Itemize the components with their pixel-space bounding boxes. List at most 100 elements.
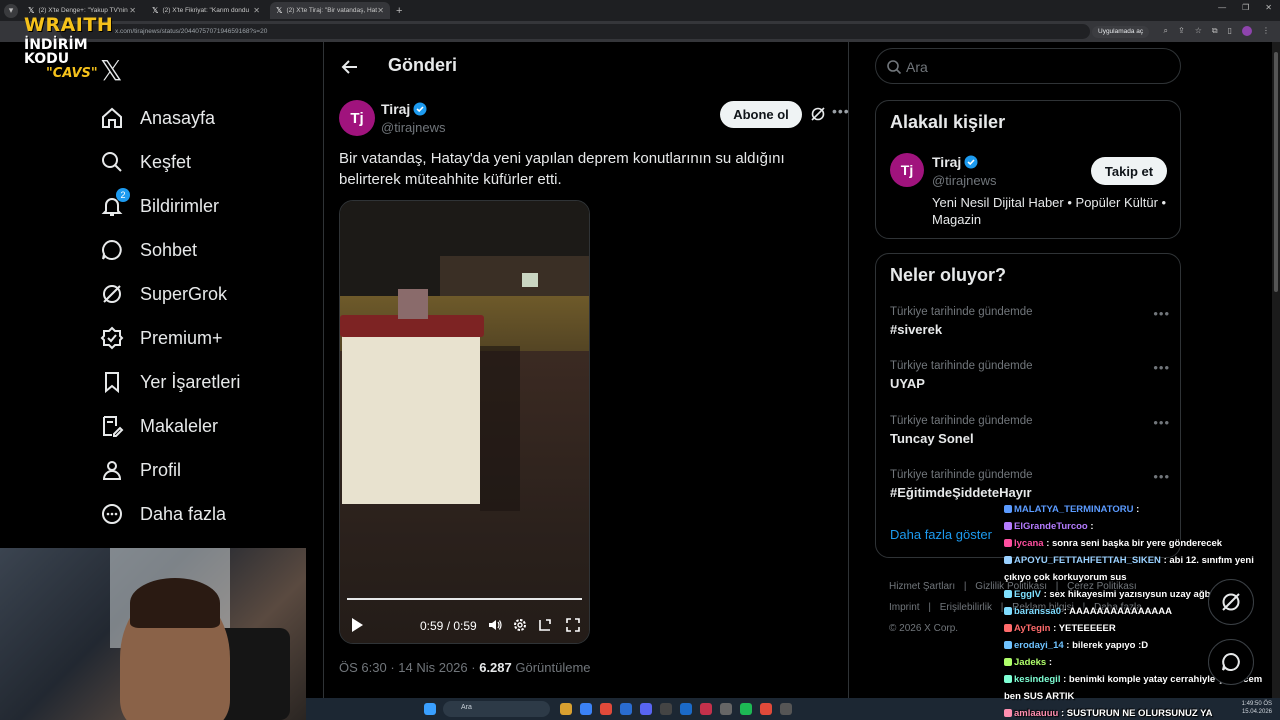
- play-icon[interactable]: [350, 617, 364, 633]
- spotify-icon[interactable]: [740, 703, 752, 715]
- articles-icon: [100, 414, 124, 438]
- sidebar-item-notifications[interactable]: 2 Bildirimler: [100, 184, 320, 228]
- chrome-icon[interactable]: [760, 703, 772, 715]
- app-icon[interactable]: [720, 703, 732, 715]
- subscribe-button[interactable]: Abone ol: [720, 101, 802, 128]
- back-arrow-icon[interactable]: [340, 57, 360, 77]
- new-tab-icon[interactable]: +: [396, 5, 402, 17]
- footer-link-accessibility[interactable]: Erişilebilirlik: [940, 602, 992, 613]
- close-tab-icon[interactable]: ✕: [377, 6, 384, 15]
- trend-item[interactable]: Türkiye tarihinde gündemde #siverek •••: [890, 306, 1170, 350]
- sidebar-item-profile[interactable]: Profil: [100, 448, 320, 492]
- post-time[interactable]: ÖS 6:30: [339, 660, 387, 675]
- minimize-icon[interactable]: —: [1218, 3, 1226, 12]
- related-bio: Yeni Nesil Dijital Haber • Popüler Kültü…: [932, 195, 1167, 227]
- trend-more-icon[interactable]: •••: [1153, 306, 1170, 321]
- chat-username[interactable]: APOYU_FETTAHFETTAH_SIKEN: [1014, 555, 1161, 566]
- sidebar-item-supergrok[interactable]: SuperGrok: [100, 272, 320, 316]
- sidebar-nav: Anasayfa Keşfet 2 Bildirimler Sohbet Sup…: [100, 96, 320, 536]
- app-icon[interactable]: [780, 703, 792, 715]
- app-icon[interactable]: [700, 703, 712, 715]
- chat-badge-icon: [1004, 556, 1012, 565]
- browser-tab-3[interactable]: 𝕏 (2) X'te Tiraj: "Bir vatandaş, Hat ✕: [270, 2, 390, 19]
- chat-username[interactable]: EggIV: [1014, 589, 1041, 600]
- search-bar[interactable]: [875, 48, 1181, 84]
- url-field[interactable]: x.com/tirajnews/status/20440757071946591…: [60, 24, 1090, 39]
- chat-username[interactable]: lycana: [1014, 538, 1044, 549]
- post-date[interactable]: 14 Nis 2026: [398, 660, 467, 675]
- sidebar-item-chat[interactable]: Sohbet: [100, 228, 320, 272]
- messages-float-button[interactable]: [1208, 639, 1254, 685]
- trend-more-icon[interactable]: •••: [1153, 415, 1170, 430]
- sidebar-item-label: Profil: [140, 459, 182, 480]
- chat-username[interactable]: amlaauuu: [1014, 708, 1058, 719]
- author-handle[interactable]: @tirajnews: [381, 120, 446, 135]
- more-options-icon[interactable]: •••: [832, 103, 850, 119]
- promo-code: "CAVS": [46, 66, 98, 81]
- related-name-row[interactable]: Tiraj: [932, 154, 978, 170]
- file-explorer-icon[interactable]: [560, 703, 572, 715]
- search-input[interactable]: [906, 58, 1166, 76]
- footer-link-terms[interactable]: Hizmet Şartları: [889, 581, 955, 592]
- trend-more-icon[interactable]: •••: [1153, 360, 1170, 375]
- share-icon[interactable]: ⇪: [1178, 26, 1185, 36]
- windows-start-icon[interactable]: [424, 703, 436, 715]
- settings-gear-icon[interactable]: [512, 617, 528, 633]
- trend-name: #EğitimdeŞiddeteHayır: [890, 485, 1032, 500]
- related-handle[interactable]: @tirajnews: [932, 173, 997, 188]
- video-progress-bar[interactable]: [347, 598, 582, 600]
- trend-item[interactable]: Türkiye tarihinde gündemde Tuncay Sonel …: [890, 415, 1170, 459]
- grok-float-button[interactable]: [1208, 579, 1254, 625]
- footer-link-imprint[interactable]: Imprint: [889, 602, 920, 613]
- tab-search-icon[interactable]: ▾: [4, 3, 18, 18]
- maximize-icon[interactable]: ❐: [1242, 3, 1249, 12]
- author-avatar[interactable]: Tj: [339, 100, 375, 136]
- close-tab-icon[interactable]: ✕: [253, 6, 260, 15]
- chrome-icon[interactable]: [600, 703, 612, 715]
- edge-icon[interactable]: [620, 703, 632, 715]
- discord-icon[interactable]: [640, 703, 652, 715]
- extensions-icon[interactable]: ⧉: [1212, 26, 1218, 36]
- volume-icon[interactable]: [487, 617, 503, 633]
- chat-username[interactable]: kesindegil: [1014, 674, 1060, 685]
- profile-avatar[interactable]: [1242, 26, 1252, 36]
- trend-more-icon[interactable]: •••: [1153, 469, 1170, 484]
- store-icon[interactable]: [580, 703, 592, 715]
- chat-username[interactable]: MALATYA_TERMINATORU: [1014, 504, 1133, 515]
- steam-icon[interactable]: [660, 703, 672, 715]
- video-player[interactable]: 0:59 / 0:59: [339, 200, 590, 644]
- sidebar-item-more[interactable]: Daha fazla: [100, 492, 320, 536]
- chat-username[interactable]: AyTegin: [1014, 623, 1050, 634]
- sidebar-item-premium[interactable]: Premium+: [100, 316, 320, 360]
- author-name-row[interactable]: Tiraj: [381, 101, 427, 117]
- fullscreen-icon[interactable]: [565, 617, 581, 633]
- close-window-icon[interactable]: ✕: [1265, 3, 1272, 12]
- related-avatar[interactable]: Tj: [890, 153, 924, 187]
- show-more-link[interactable]: Daha fazla göster: [890, 527, 992, 542]
- browser-tab-2[interactable]: 𝕏 (2) X'te Fikriyat: "Karım dondu ✕: [146, 2, 266, 19]
- star-icon[interactable]: ☆: [1195, 26, 1202, 36]
- chat-username[interactable]: erodayi_14: [1014, 640, 1064, 651]
- open-in-app-button[interactable]: Uygulamada aç: [1092, 26, 1150, 38]
- chat-username[interactable]: baranssa0: [1014, 606, 1061, 617]
- x-favicon-icon: 𝕏: [276, 6, 283, 15]
- sidebar-item-explore[interactable]: Keşfet: [100, 140, 320, 184]
- menu-icon[interactable]: ⋮: [1262, 26, 1270, 36]
- follow-button[interactable]: Takip et: [1091, 157, 1167, 185]
- footer-separator: |: [928, 602, 931, 613]
- sidebar-item-home[interactable]: Anasayfa: [100, 96, 320, 140]
- close-tab-icon[interactable]: ✕: [129, 6, 136, 15]
- sidebar-item-articles[interactable]: Makaleler: [100, 404, 320, 448]
- chat-username[interactable]: Jadeks: [1014, 657, 1046, 668]
- sidebar-item-bookmarks[interactable]: Yer İşaretleri: [100, 360, 320, 404]
- scrollbar-thumb[interactable]: [1274, 52, 1278, 292]
- chat-text: : sex hikayesimi yazısıysun uzay ağbi: [1043, 589, 1214, 600]
- app-icon[interactable]: [680, 703, 692, 715]
- chat-username[interactable]: ElGrandeTurcoo: [1014, 521, 1088, 532]
- zoom-icon[interactable]: ⌕: [1164, 26, 1168, 36]
- grok-icon[interactable]: [810, 106, 826, 122]
- taskbar-search[interactable]: Ara: [443, 701, 550, 717]
- trend-item[interactable]: Türkiye tarihinde gündemde UYAP •••: [890, 360, 1170, 404]
- sidebar-icon[interactable]: ▯: [1228, 26, 1232, 36]
- pip-icon[interactable]: [537, 617, 553, 633]
